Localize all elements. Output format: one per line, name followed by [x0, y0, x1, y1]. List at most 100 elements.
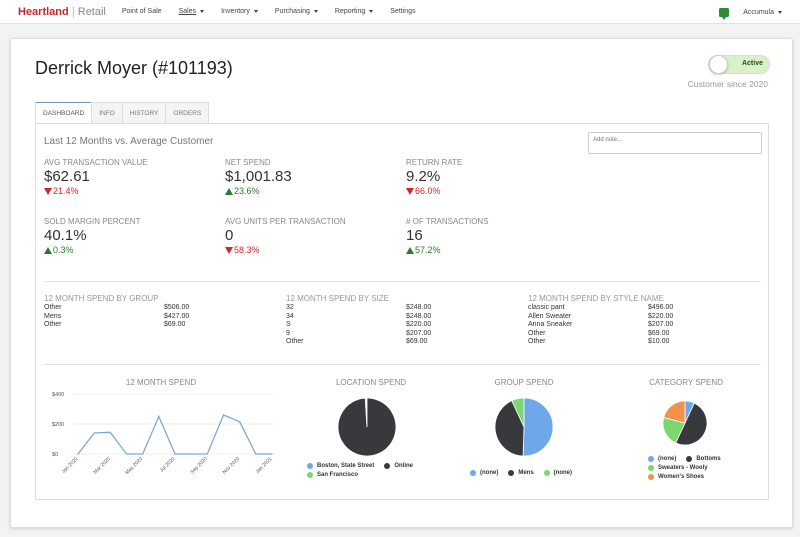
- x-tick-label: Jan 2021: [255, 456, 274, 475]
- line-point: [77, 453, 79, 455]
- spend-row-name: Anna Sneaker: [528, 321, 573, 328]
- nav-item-settings[interactable]: Settings: [390, 8, 415, 15]
- toggle-label: Active: [741, 60, 763, 67]
- brand-primary: Heartland: [18, 5, 69, 18]
- line-point: [190, 453, 192, 455]
- metric-label: NET SPEND: [225, 158, 271, 167]
- metric-change-value: 23.6%: [234, 186, 260, 196]
- spend-row-name: Mens: [44, 312, 62, 320]
- legend-label: Sweaters - Wooly: [658, 465, 708, 471]
- y-tick-label: $200: [52, 422, 64, 428]
- tab-orders[interactable]: ORDERS: [165, 102, 210, 124]
- active-status-toggle[interactable]: Active: [708, 55, 770, 74]
- nav-item-reporting[interactable]: Reporting: [334, 8, 374, 15]
- main-nav: Point of Sale Sales Inventory Purchasing Rep…: [122, 8, 433, 15]
- y-tick-label: $400: [52, 392, 64, 398]
- legend-item[interactable]: Women's Shoes: [648, 473, 704, 481]
- metric-value: 16: [406, 227, 423, 244]
- spend-table-title: 12 MONTH SPEND BY STYLE NAME: [528, 294, 664, 303]
- customer-since: Customer since 2020: [687, 79, 768, 89]
- legend-item[interactable]: Mens: [508, 469, 534, 477]
- spend-row-amount: $69.00: [164, 321, 186, 328]
- location-spend-title: LOCATION SPEND: [335, 378, 407, 387]
- metric-value: 9.2%: [406, 168, 441, 185]
- spend-row: Other $69.00: [44, 321, 219, 330]
- spend-row-amount: $69.00: [406, 338, 428, 345]
- legend-item[interactable]: Boston, State Street: [307, 462, 374, 470]
- brand-secondary: Retail: [77, 5, 106, 18]
- tab-dashboard[interactable]: DASHBOARD: [35, 102, 93, 124]
- spend-row-amount: $220.00: [648, 312, 674, 320]
- toggle-knob[interactable]: [709, 55, 728, 74]
- arrow-down-icon: [225, 246, 233, 254]
- metric-change-value: 0.3%: [53, 245, 74, 255]
- divider: [44, 364, 761, 365]
- nav-item-purchasing[interactable]: Purchasing: [275, 8, 318, 15]
- pie-chart-group-spend: [494, 397, 554, 457]
- line-point: [109, 431, 111, 433]
- brand-divider: [72, 5, 74, 18]
- chevron-down-icon: [253, 10, 258, 13]
- tab-history[interactable]: HISTORY: [121, 102, 167, 124]
- legend-item[interactable]: Bottoms: [686, 455, 721, 463]
- metric-label: # OF TRANSACTIONS: [406, 217, 489, 226]
- spend-row-amount: $220.00: [406, 321, 432, 328]
- nav-item-label: Reporting: [334, 8, 366, 15]
- legend-label: Online: [394, 463, 414, 469]
- brand-logo[interactable]: Heartland Retail: [18, 5, 106, 18]
- spend-row-amount: $496.00: [648, 304, 674, 311]
- legend-item[interactable]: San Francisco: [307, 471, 358, 479]
- metric-change: 21.4%: [44, 186, 148, 196]
- spend-row-amount: $207.00: [406, 329, 432, 337]
- metric-card: NET SPEND $1,001.83 23.6%: [225, 158, 292, 196]
- spend-row-name: Other: [528, 338, 546, 345]
- metric-change: 66.0%: [406, 186, 462, 196]
- category-spend-title: CATEGORY SPEND: [649, 378, 723, 387]
- legend-label: Boston, State Street: [317, 463, 375, 469]
- legend-dot-icon: [307, 463, 313, 469]
- line-point: [222, 414, 225, 416]
- line-point: [125, 453, 128, 455]
- spend-row-name: 32: [286, 304, 294, 311]
- line-point: [174, 453, 176, 455]
- spend-row: 32 $248.00: [286, 304, 461, 313]
- legend-dot-icon: [470, 470, 476, 476]
- spend-row-amount: $207.00: [648, 321, 674, 328]
- tab-info[interactable]: INFO: [91, 102, 123, 124]
- chevron-down-icon: [200, 10, 205, 13]
- spend-row-name: 9: [286, 329, 290, 337]
- nav-item-sales[interactable]: Sales: [179, 8, 205, 15]
- top-right-controls: Accumula: [719, 0, 782, 24]
- page-title: Derrick Moyer (#101193): [35, 58, 233, 78]
- line-point: [255, 453, 257, 455]
- arrow-up-icon: [406, 246, 414, 254]
- legend-item[interactable]: Online: [384, 462, 413, 470]
- legend-item[interactable]: (none): [648, 455, 676, 463]
- nav-item-label: Point of Sale: [121, 8, 162, 15]
- line-point: [206, 453, 208, 455]
- legend-label: (none): [658, 456, 677, 462]
- spend-table: 12 MONTH SPEND BY GROUP Other $506.00 Mens $…: [44, 294, 219, 330]
- spend-row-name: Other: [528, 329, 546, 337]
- x-tick-label: Sep 2020: [189, 456, 209, 476]
- chat-bubble-icon[interactable]: [719, 7, 730, 20]
- metric-card: AVG TRANSACTION VALUE $62.61 21.4%: [44, 158, 148, 196]
- user-menu[interactable]: Accumula: [743, 9, 782, 16]
- metric-label: AVG TRANSACTION VALUE: [44, 158, 148, 167]
- spend-row-amount: $248.00: [406, 304, 432, 311]
- legend-item[interactable]: (none): [543, 469, 572, 477]
- spend-row-name: classic pant: [528, 304, 565, 311]
- legend-item[interactable]: (none): [470, 469, 498, 477]
- legend-item[interactable]: Sweaters - Wooly: [648, 464, 708, 472]
- metric-card: # OF TRANSACTIONS 16 57.2%: [406, 217, 489, 255]
- nav-item-inventory[interactable]: Inventory: [221, 8, 258, 15]
- legend-dot-icon: [686, 456, 693, 462]
- divider: [44, 281, 761, 282]
- arrow-down-icon: [44, 187, 52, 195]
- metric-change-value: 21.4%: [53, 186, 79, 196]
- add-note-input[interactable]: [588, 132, 762, 154]
- pie-chart-location-spend: [337, 397, 397, 457]
- metric-card: RETURN RATE 9.2% 66.0%: [406, 158, 462, 196]
- legend-label: San Francisco: [317, 472, 359, 478]
- nav-item-point-of-sale[interactable]: Point of Sale: [122, 8, 162, 15]
